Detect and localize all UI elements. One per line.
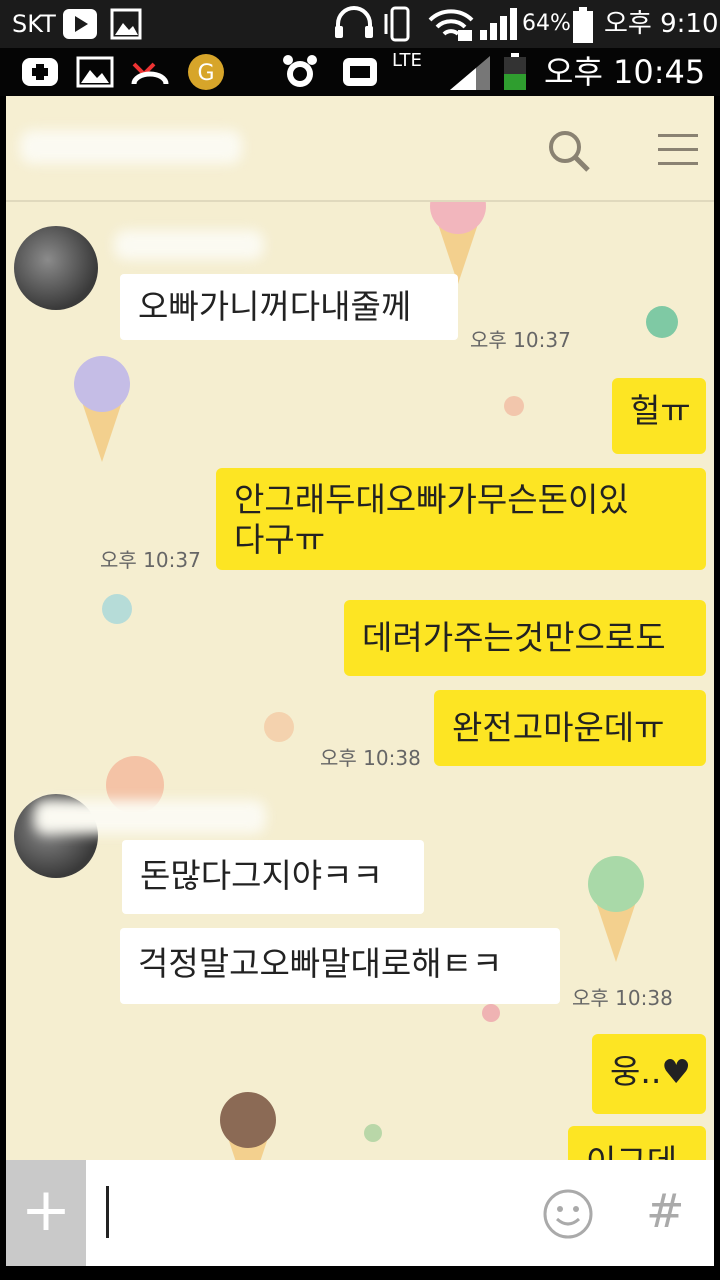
- battery-percent: 64%: [522, 11, 571, 36]
- incoming-message: 돈많다그지야ㅋㅋ: [122, 840, 424, 914]
- message-line: 안그래두대오빠가무슨돈이있: [234, 480, 629, 519]
- vibrate-icon: [384, 6, 410, 42]
- outgoing-message: 완전고마운데ㅠ: [434, 690, 706, 766]
- timestamp: 오후 10:37: [100, 548, 201, 572]
- message-input[interactable]: [90, 1160, 530, 1266]
- bg-dot: [264, 712, 294, 742]
- headset-icon: [335, 6, 373, 38]
- bg-dot: [102, 594, 132, 624]
- outer-status-bar: SKT 64% 오후 9:10: [0, 0, 720, 48]
- play-store-icon: [63, 9, 97, 39]
- outgoing-message: 안그래두대오빠가무슨돈이있 다구ㅠ: [216, 468, 706, 570]
- timestamp: 오후 10:38: [572, 986, 673, 1010]
- avatar[interactable]: [14, 226, 98, 310]
- message-line: 다구ㅠ: [234, 520, 326, 559]
- missed-call-icon: [131, 62, 169, 85]
- cell-signal-icon: [450, 56, 490, 90]
- timestamp: 오후 10:37: [470, 328, 571, 352]
- chat-title-redacted: [20, 130, 242, 164]
- svg-text:G: G: [197, 61, 214, 86]
- bg-dot: [504, 396, 524, 416]
- outer-time: 오후 9:10: [604, 9, 719, 39]
- bg-dot: [482, 1004, 500, 1022]
- outgoing-message: 데려가주는것만으로도: [344, 600, 706, 676]
- chat-header: [6, 96, 714, 202]
- bg-dot: [364, 1124, 382, 1142]
- sender-name-redacted: [114, 230, 264, 260]
- inner-time: 오후 10:45: [544, 53, 706, 91]
- ice-cream-icon: [74, 356, 130, 462]
- network-type: LTE: [392, 50, 422, 71]
- picture-icon: [76, 56, 114, 88]
- hashtag-button[interactable]: #: [646, 1184, 685, 1238]
- search-icon[interactable]: [546, 128, 592, 174]
- alarm-icon: [283, 55, 317, 87]
- inner-battery-icon: [504, 53, 526, 90]
- incoming-message: 걱정말고오빠말대로해ㅌㅋ: [120, 928, 560, 1004]
- inner-status-bar: G LTE 오후 10:45: [0, 48, 720, 96]
- timestamp: 오후 10:38: [320, 746, 421, 770]
- outgoing-message: 웅..♥: [592, 1034, 706, 1114]
- battery-icon: [573, 7, 593, 43]
- emoticon-icon[interactable]: [542, 1188, 594, 1240]
- attach-plus-button[interactable]: +: [6, 1160, 86, 1266]
- text-cursor: [106, 1186, 109, 1238]
- add-notification-icon: [22, 58, 58, 86]
- ice-cream-icon: [588, 856, 644, 962]
- menu-icon[interactable]: [656, 130, 700, 170]
- sender-name-redacted: [34, 800, 266, 834]
- message-input-bar: + #: [6, 1160, 714, 1266]
- signal-icon: [480, 8, 517, 40]
- chat-screen: 오빠가니꺼다내줄께 오후 10:37 헐ㅠ 안그래두대오빠가무슨돈이있 다구ㅠ …: [6, 96, 714, 1266]
- gallery-icon: [110, 8, 142, 40]
- bg-dot: [646, 306, 678, 338]
- outgoing-message: 헐ㅠ: [612, 378, 706, 454]
- wifi-lock-icon: [428, 9, 474, 41]
- incoming-message: 오빠가니꺼다내줄께: [120, 274, 458, 340]
- sim-icon: [343, 58, 377, 86]
- g-app-icon: G: [188, 54, 224, 90]
- carrier-label: SKT: [12, 10, 56, 38]
